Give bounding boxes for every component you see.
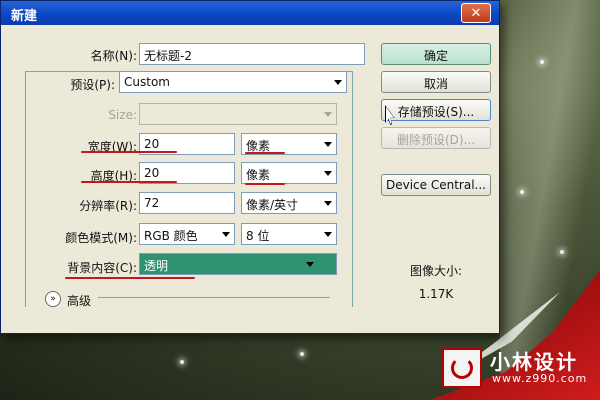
sparkle: [520, 190, 524, 194]
annotation-underline: [81, 181, 177, 183]
sparkle: [560, 250, 564, 254]
name-label: 名称(N):: [90, 49, 137, 63]
color-mode-select[interactable]: RGB 颜色: [139, 223, 235, 245]
close-button[interactable]: ✕: [461, 3, 491, 23]
preset-label: 预设(P):: [70, 78, 115, 92]
advanced-label: 高级: [67, 294, 92, 308]
chevron-down-icon: [334, 80, 342, 85]
chevron-down-icon: [324, 171, 332, 176]
background-select[interactable]: 透明: [139, 253, 337, 275]
image-size-value: 1.17K: [418, 287, 454, 301]
size-label: Size:: [108, 108, 137, 122]
chevron-down-icon: [324, 201, 332, 206]
chevron-double-down-icon: »: [50, 294, 56, 304]
brand-watermark: 小林设计 www.z990.com: [442, 346, 592, 390]
sparkle: [540, 60, 544, 64]
preset-value: Custom: [124, 75, 170, 89]
ok-button[interactable]: 确定: [381, 43, 491, 65]
cancel-button[interactable]: 取消: [381, 71, 491, 93]
bit-depth-value: 8 位: [246, 229, 270, 243]
color-mode-value: RGB 颜色: [144, 229, 198, 243]
dialog-titlebar: 新建: [1, 1, 499, 25]
annotation-underline: [81, 151, 177, 153]
delete-preset-button: 删除预设(D)...: [381, 127, 491, 149]
background-value: 透明: [144, 259, 169, 273]
image-size-label: 图像大小:: [409, 264, 463, 278]
annotation-underline: [65, 277, 195, 279]
sparkle: [300, 352, 304, 356]
resolution-unit-select[interactable]: 像素/英寸: [241, 192, 337, 214]
height-unit-select[interactable]: 像素: [241, 162, 337, 184]
sparkle: [180, 360, 184, 364]
save-preset-button[interactable]: 存储预设(S)...: [381, 99, 491, 121]
annotation-underline: [245, 183, 285, 185]
chevron-down-icon: [324, 232, 332, 237]
chevron-down-icon: [306, 262, 314, 267]
preset-select[interactable]: Custom: [119, 71, 347, 93]
bit-depth-select[interactable]: 8 位: [241, 223, 337, 245]
close-icon: ✕: [470, 5, 482, 21]
chevron-down-icon: [324, 112, 332, 117]
brand-url: www.z990.com: [492, 372, 588, 385]
resolution-unit-value: 像素/英寸: [246, 198, 299, 212]
annotation-underline: [245, 152, 285, 154]
resolution-label: 分辨率(R):: [79, 199, 137, 213]
dialog-title: 新建: [11, 9, 38, 24]
device-central-button[interactable]: Device Central...: [381, 174, 491, 196]
advanced-toggle-button[interactable]: »: [45, 291, 61, 307]
size-select: [139, 103, 337, 125]
background-label: 背景内容(C):: [67, 261, 137, 275]
brand-logo-icon: [442, 348, 482, 388]
chevron-down-icon: [222, 232, 230, 237]
new-document-dialog: 新建 ✕ 名称(N): 无标题-2 预设(P): Custom Size: 宽度…: [0, 0, 500, 334]
color-mode-label: 颜色模式(M):: [65, 231, 137, 245]
advanced-divider: [98, 297, 330, 298]
chevron-down-icon: [324, 142, 332, 147]
resolution-input[interactable]: 72: [139, 192, 235, 214]
brand-name: 小林设计: [490, 350, 578, 374]
height-unit-value: 像素: [246, 168, 271, 182]
name-input[interactable]: 无标题-2: [139, 43, 365, 65]
width-unit-value: 像素: [246, 139, 271, 153]
